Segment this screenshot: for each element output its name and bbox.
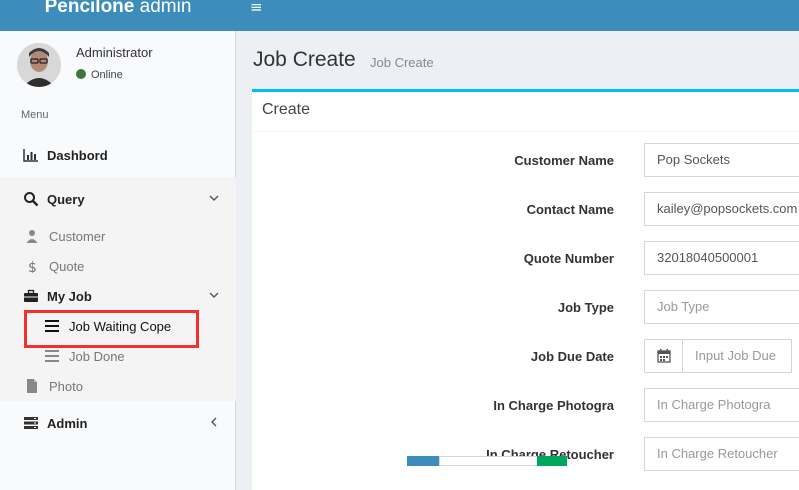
menu-toggle-icon[interactable]: ≡ [250, 0, 263, 15]
customer-name-input[interactable]: Pop Sockets [644, 143, 799, 177]
quote-number-input[interactable]: 32018040500001 [644, 241, 799, 275]
sidebar-item-label: My Job [47, 289, 92, 304]
sidebar-item-my-job[interactable]: My Job [0, 281, 236, 311]
calendar-icon [657, 349, 671, 363]
server-icon [24, 417, 38, 429]
menu-header: Menu [21, 109, 49, 121]
job-due-date-label: Job Due Date [530, 349, 614, 364]
sidebar-item-quote[interactable]: $ Quote [0, 251, 236, 281]
bottom-white-button[interactable] [439, 456, 539, 466]
sidebar-item-label: Customer [49, 229, 106, 244]
sidebar: Administrator Online Menu Dashbord Query… [0, 31, 236, 490]
sidebar-item-dashboard[interactable]: Dashbord [0, 140, 236, 170]
sidebar-item-label: Quote [49, 259, 85, 274]
chevron-left-icon [211, 417, 217, 427]
sidebar-item-label: Photo [49, 379, 83, 394]
sidebar-item-label: Admin [47, 416, 88, 431]
quote-number-label: Quote Number [523, 251, 614, 266]
top-navbar: Pencilone admin ≡ [0, 0, 799, 31]
file-icon [27, 379, 37, 393]
sidebar-item-label: Query [47, 192, 85, 207]
logo[interactable]: Pencilone admin [0, 0, 236, 31]
logo-bold: Pencilone [44, 0, 135, 17]
bottom-blue-button[interactable] [407, 456, 439, 466]
page-subtitle: Job Create [370, 55, 434, 70]
user-status-label: Online [91, 69, 123, 81]
in-charge-photographer-input[interactable]: In Charge Photogra [644, 388, 799, 422]
job-due-date-input[interactable]: Input Job Due [682, 339, 792, 373]
chevron-down-icon [209, 292, 219, 298]
user-name: Administrator [76, 45, 153, 60]
sidebar-item-label: Dashbord [47, 148, 108, 163]
in-charge-retoucher-input[interactable]: In Charge Retoucher [644, 437, 799, 471]
page-title: Job Create [253, 48, 356, 71]
sidebar-item-label: Job Done [69, 349, 125, 364]
dollar-icon: $ [28, 260, 37, 273]
box-title: Create [262, 101, 311, 118]
contact-name-label: Contact Name [526, 202, 614, 217]
chevron-down-icon [209, 195, 219, 201]
sidebar-item-admin[interactable]: Admin [0, 408, 236, 438]
box-header: Create [252, 92, 799, 132]
job-type-input[interactable]: Job Type [644, 290, 799, 324]
sidebar-item-photo[interactable]: Photo [0, 371, 236, 401]
calendar-addon[interactable] [644, 339, 683, 373]
in-charge-photographer-label: In Charge Photogra [493, 398, 614, 413]
briefcase-icon [24, 289, 38, 302]
svg-text:$: $ [28, 260, 37, 273]
avatar [17, 43, 61, 87]
user-tie-icon [26, 230, 38, 243]
create-box: Create Customer Name Pop Sockets Contact… [252, 89, 799, 490]
logo-rest: admin [134, 0, 192, 17]
bottom-green-button[interactable] [537, 456, 567, 466]
user-status: Online [76, 69, 123, 81]
list-icon [45, 350, 59, 362]
online-dot-icon [76, 69, 86, 79]
main-content: Job Create Job Create Create Customer Na… [237, 31, 799, 490]
contact-name-input[interactable]: kailey@popsockets.com [644, 192, 799, 226]
sidebar-item-customer[interactable]: Customer [0, 221, 236, 251]
sidebar-item-query[interactable]: Query [0, 184, 236, 214]
sidebar-item-job-done[interactable]: Job Done [0, 341, 236, 371]
bar-chart-icon [23, 149, 38, 162]
job-type-label: Job Type [557, 300, 614, 315]
search-icon [24, 192, 39, 207]
customer-name-label: Customer Name [514, 153, 614, 168]
